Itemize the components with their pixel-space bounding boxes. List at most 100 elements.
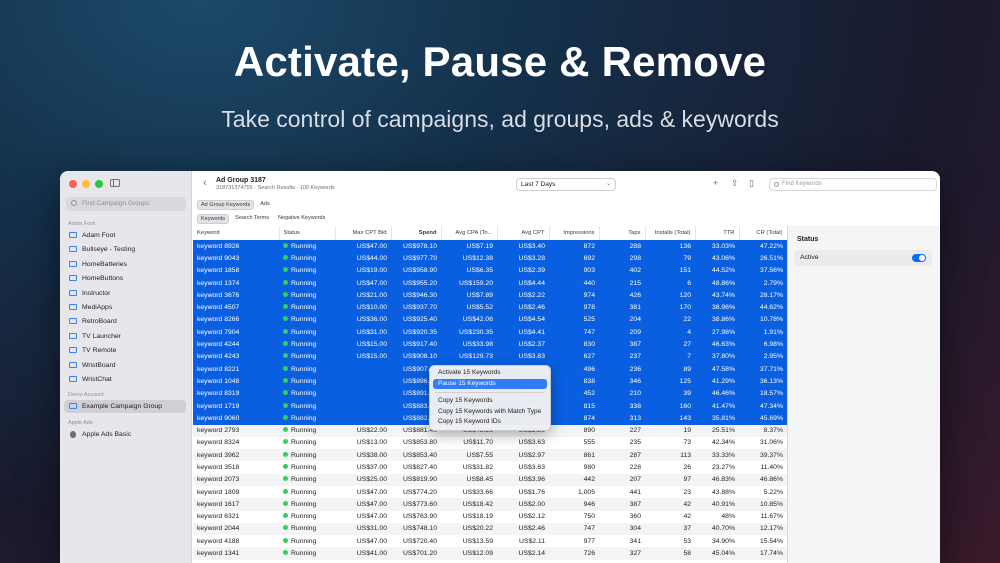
sidebar-item-apple-ads-basic[interactable]: Apple Ads Basic: [64, 428, 186, 441]
menu-item-copy-15-keywords-with-match-type[interactable]: Copy 15 Keywords with Match Type: [433, 407, 547, 418]
sidebar-item-homebatteries[interactable]: HomeBatteries: [64, 258, 186, 271]
sidebar-item-adam-foot[interactable]: Adam Foot: [64, 229, 186, 242]
table-cell: US$25.00: [335, 473, 391, 486]
table-cell: US$8.45: [441, 473, 497, 486]
search-icon: [71, 200, 77, 206]
table-row[interactable]: keyword 1617 Running US$47.00 US$773.60 US$1…: [193, 498, 787, 511]
sidebar-item-bullseye-testing[interactable]: Bullseye - Testing: [64, 243, 186, 256]
table-row[interactable]: keyword 8324 Running US$13.00 US$853.80 US$1…: [193, 437, 787, 449]
keyword-search-input[interactable]: Find Keywords: [769, 178, 937, 191]
column-header-keyword[interactable]: Keyword: [193, 226, 280, 241]
sidebar-item-wristboard[interactable]: WristBoard: [64, 359, 186, 372]
table-row[interactable]: keyword 1858 Running US$19.00 US$958.90 US$6…: [193, 264, 787, 277]
table-cell: US$2.12: [518, 513, 545, 521]
table-cell: 160: [645, 399, 695, 413]
tab-ads[interactable]: Ads: [257, 200, 272, 210]
table-cell: keyword 9060: [193, 412, 279, 425]
table-cell: US$11.70: [463, 439, 493, 447]
add-icon[interactable]: +: [713, 178, 718, 188]
table-row[interactable]: keyword 9043 Running US$44.00 US$977.70 US$1…: [193, 252, 787, 265]
table-cell: US$42.06: [441, 313, 497, 327]
column-header-ttr[interactable]: TTR: [695, 226, 740, 241]
table-row[interactable]: keyword 3518 Running US$37.00 US$827.40 US$3…: [193, 461, 787, 473]
table-row[interactable]: keyword 4188 Running US$47.00 US$720.40 US$1…: [193, 535, 787, 547]
table-cell: 11.67%: [760, 513, 783, 521]
sidebar-item-label: MediApps: [82, 304, 113, 311]
table-cell: US$2.46: [497, 522, 549, 536]
table-cell: 426: [599, 289, 645, 302]
sidebar-item-homebuttons[interactable]: HomeButtons: [64, 272, 186, 285]
menu-item-activate-15-keywords[interactable]: Activate 15 Keywords: [433, 368, 547, 379]
column-header-spend[interactable]: Spend: [391, 226, 442, 241]
table-row[interactable]: keyword 2073 Running US$25.00 US$819.90 US$8…: [193, 473, 787, 486]
table-cell: keyword 7904: [193, 326, 279, 339]
table-cell: US$720.40: [402, 537, 437, 545]
sidebar-item-tv-launcher[interactable]: TV Launcher: [64, 330, 186, 343]
column-header-avg-cpa-to[interactable]: Avg CPA (To...: [441, 226, 498, 241]
table-cell: 46.63%: [695, 338, 739, 351]
table-cell: 38.96%: [695, 301, 739, 314]
running-status-dot-icon: [283, 476, 288, 482]
column-header-avg-cpt[interactable]: Avg CPT: [497, 226, 550, 241]
table-row[interactable]: keyword 3676 Running US$21.00 US$946.30 US$7…: [193, 289, 787, 302]
table-cell: keyword 1719: [193, 399, 279, 413]
table-row[interactable]: keyword 8266 Running US$36.00 US$925.40 US$4…: [193, 313, 787, 327]
status-text: Running: [291, 402, 317, 410]
table-cell: 10.78%: [739, 313, 787, 327]
column-header-impressions[interactable]: Impressions: [549, 226, 600, 241]
status-text: Running: [291, 463, 317, 471]
menu-item-copy-15-keywords[interactable]: Copy 15 Keywords: [433, 396, 547, 407]
main-content: ‹ Ad Group 3187 318731374755 · Search Re…: [193, 171, 940, 563]
column-header-cr-total[interactable]: CR (Total): [739, 226, 788, 241]
sidebar-item-tv-remote[interactable]: TV Remote: [64, 344, 186, 357]
table-cell: US$5.52: [441, 301, 497, 314]
table-row[interactable]: keyword 4507 Running US$10.00 US$937.70 US$5…: [193, 301, 787, 314]
sidebar-item-instructor[interactable]: Instructor: [64, 287, 186, 300]
folder-icon: [69, 347, 77, 354]
table-row[interactable]: keyword 8926 Running US$47.00 US$978.10 US$7…: [193, 240, 787, 253]
table-row[interactable]: keyword 4243 Running US$15.00 US$908.10 US$1…: [193, 350, 787, 363]
menu-item-copy-15-keyword-ids[interactable]: Copy 15 Keyword IDs: [433, 417, 547, 428]
tab-search-terms[interactable]: Search Terms: [232, 214, 272, 224]
table-row[interactable]: keyword 2044 Running US$31.00 US$748.10 US$2…: [193, 522, 787, 536]
inspector-toggle-icon[interactable]: ▯: [749, 178, 754, 189]
minimize-window-button[interactable]: [82, 180, 90, 188]
campaign-group-search-input[interactable]: Find Campaign Groups: [66, 197, 186, 211]
table-row[interactable]: keyword 1809 Running US$47.00 US$774.20 US$3…: [193, 486, 787, 498]
table-cell: 874: [549, 412, 599, 425]
tab-ad-group-keywords[interactable]: Ad Group Keywords: [197, 200, 255, 210]
column-header-installs-total[interactable]: Installs (Total): [645, 226, 696, 241]
running-status-dot-icon: [283, 402, 288, 408]
table-cell: US$47.00: [356, 513, 387, 521]
status-toggle[interactable]: [912, 254, 926, 262]
table-cell: 313: [599, 412, 645, 425]
table-row[interactable]: keyword 4244 Running US$15.00 US$917.40 US$3…: [193, 338, 787, 351]
sidebar-item-wristchat[interactable]: WristChat: [64, 373, 186, 386]
table-row[interactable]: keyword 6321 Running US$47.00 US$763.90 US$1…: [193, 511, 787, 523]
table-cell: US$44.00: [335, 252, 391, 265]
tab-negative-keywords[interactable]: Negative Keywords: [275, 214, 328, 224]
table-cell: US$937.70: [391, 301, 441, 314]
status-text: Running: [291, 353, 317, 361]
zoom-window-button[interactable]: [95, 180, 103, 188]
menu-item-pause-15-keywords[interactable]: Pause 15 Keywords: [433, 378, 547, 389]
close-window-button[interactable]: [69, 180, 77, 188]
table-cell: US$977.70: [391, 252, 441, 265]
status-text: Running: [291, 365, 317, 373]
share-icon[interactable]: ⇪: [731, 178, 739, 189]
sidebar-toggle-icon[interactable]: [110, 179, 120, 187]
column-header-status[interactable]: Status: [279, 226, 336, 241]
column-header-max-cpt-bid[interactable]: Max CPT Bid: [335, 226, 392, 241]
tab-keywords[interactable]: Keywords: [197, 214, 230, 224]
sidebar-item-example-campaign-group[interactable]: Example Campaign Group: [64, 400, 186, 414]
table-cell: 97: [645, 473, 695, 486]
date-range-select[interactable]: Last 7 Days ⌄: [516, 178, 616, 191]
sidebar-item-retroboard[interactable]: RetroBoard: [64, 315, 186, 328]
table-row[interactable]: keyword 1341 Running US$41.00 US$701.20 US$1…: [193, 547, 787, 560]
table-row[interactable]: keyword 3962 Running US$38.00 US$853.40 US$7…: [193, 449, 787, 462]
table-row[interactable]: keyword 1374 Running US$47.00 US$955.20 US$1…: [193, 276, 787, 290]
table-row[interactable]: keyword 7904 Running US$31.00 US$920.35 US$2…: [193, 326, 787, 339]
column-header-taps[interactable]: Taps: [599, 226, 646, 241]
sidebar-item-mediapps[interactable]: MediApps: [64, 301, 186, 314]
back-chevron-icon[interactable]: ‹: [203, 177, 207, 189]
